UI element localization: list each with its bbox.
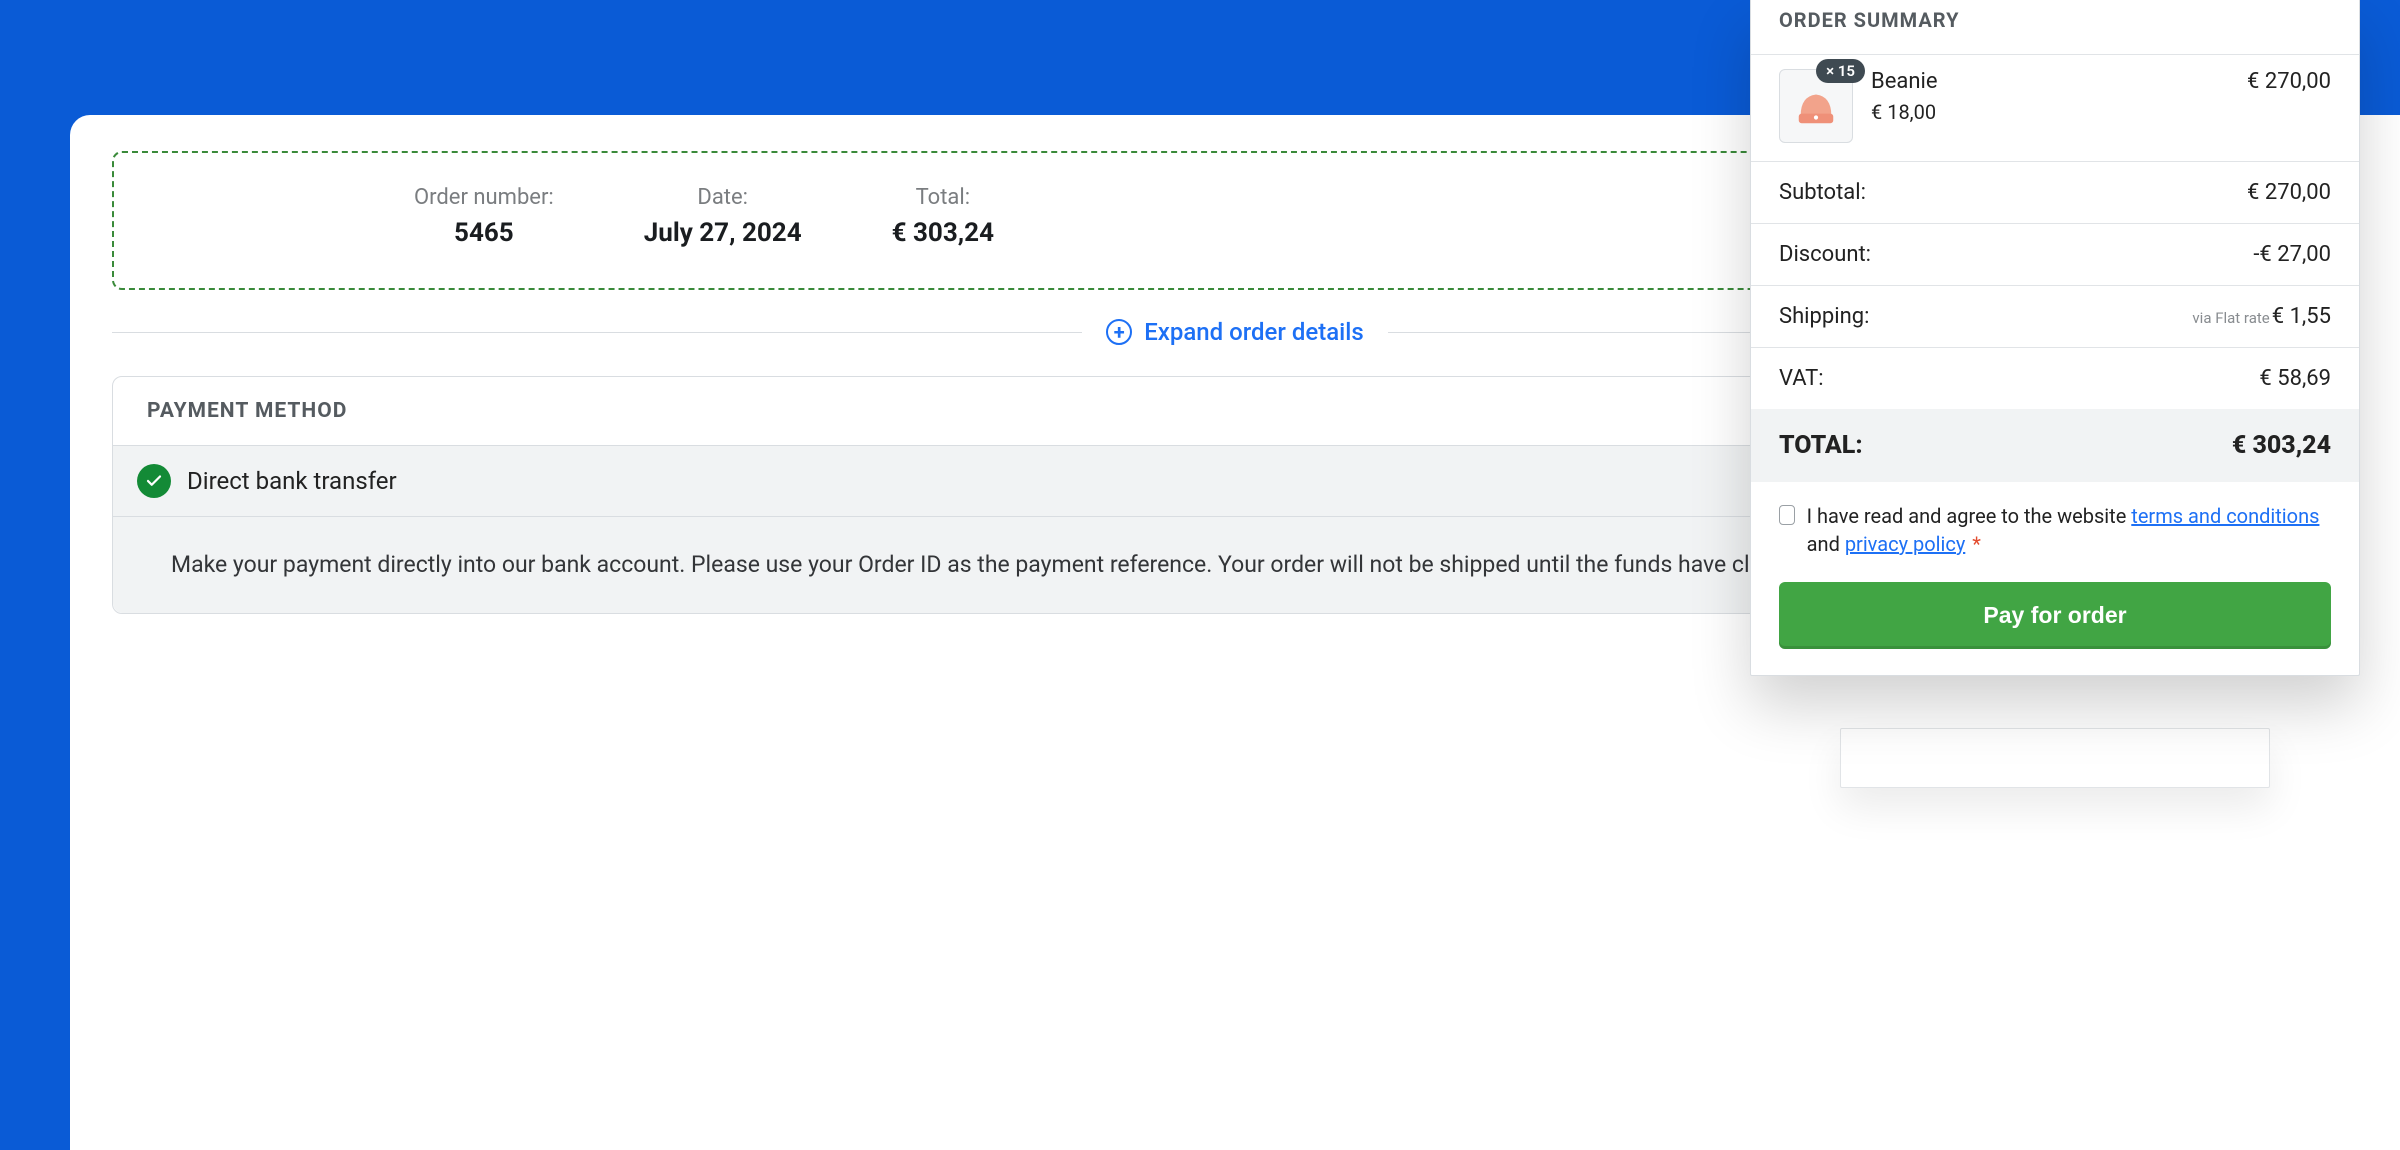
privacy-link[interactable]: privacy policy (1845, 532, 1965, 556)
shipping-value: € 1,55 (2272, 304, 2331, 329)
summary-line-item: × 15 Beanie € 18,00 € 270,00 (1751, 55, 2359, 161)
consent-block: I have read and agree to the website ter… (1751, 482, 2359, 568)
plus-circle-icon: + (1106, 319, 1132, 345)
order-number-block: Order number: 5465 (414, 185, 554, 248)
beanie-icon (1793, 83, 1839, 129)
summary-row-vat: VAT: € 58,69 (1751, 348, 2359, 409)
order-date-block: Date: July 27, 2024 (644, 185, 802, 248)
stacked-card-hint (1840, 728, 2270, 788)
summary-row-shipping: Shipping: via Flat rate€ 1,55 (1751, 286, 2359, 347)
order-date-label: Date: (644, 185, 802, 210)
order-total-block: Total: € 303,24 (892, 185, 994, 248)
discount-label: Discount: (1779, 242, 1871, 267)
terms-checkbox[interactable] (1779, 505, 1795, 525)
item-meta: Beanie € 18,00 (1871, 69, 2229, 124)
vat-label: VAT: (1779, 366, 1824, 391)
shipping-label: Shipping: (1779, 304, 1869, 329)
order-summary-card: ORDER SUMMARY × 15 Beanie € 18,00 € 270,… (1750, 0, 2360, 676)
product-thumb-wrap: × 15 (1779, 69, 1853, 143)
check-circle-icon (137, 464, 171, 498)
order-total-label: Total: (892, 185, 994, 210)
expand-label: Expand order details (1144, 318, 1364, 346)
quantity-badge: × 15 (1816, 59, 1865, 83)
payment-option-title: Direct bank transfer (187, 467, 397, 495)
terms-consent-row[interactable]: I have read and agree to the website ter… (1779, 502, 2331, 558)
required-star: * (1972, 532, 1981, 556)
pay-for-order-button[interactable]: Pay for order (1779, 582, 2331, 649)
order-number-label: Order number: (414, 185, 554, 210)
consent-text: I have read and agree to the website ter… (1807, 502, 2331, 558)
divider-left (112, 332, 1082, 333)
item-line-price: € 270,00 (2247, 69, 2331, 94)
discount-value: -€ 27,00 (2253, 242, 2331, 267)
item-name: Beanie (1871, 69, 2229, 94)
subtotal-value: € 270,00 (2247, 180, 2331, 205)
total-value: € 303,24 (2232, 431, 2331, 460)
shipping-value-wrap: via Flat rate€ 1,55 (2192, 304, 2331, 329)
vat-value: € 58,69 (2259, 366, 2331, 391)
terms-link[interactable]: terms and conditions (2131, 504, 2319, 528)
summary-row-total: TOTAL: € 303,24 (1751, 409, 2359, 482)
order-date-value: July 27, 2024 (644, 218, 802, 248)
total-label: TOTAL: (1779, 431, 1863, 460)
expand-order-details-button[interactable]: + Expand order details (1082, 318, 1388, 346)
shipping-note: via Flat rate (2192, 309, 2269, 327)
order-summary-heading: ORDER SUMMARY (1751, 0, 2359, 54)
summary-row-discount: Discount: -€ 27,00 (1751, 224, 2359, 285)
order-total-value: € 303,24 (892, 218, 994, 248)
subtotal-label: Subtotal: (1779, 180, 1866, 205)
item-unit-price: € 18,00 (1871, 100, 2229, 124)
summary-row-subtotal: Subtotal: € 270,00 (1751, 162, 2359, 223)
order-number-value: 5465 (414, 218, 554, 248)
